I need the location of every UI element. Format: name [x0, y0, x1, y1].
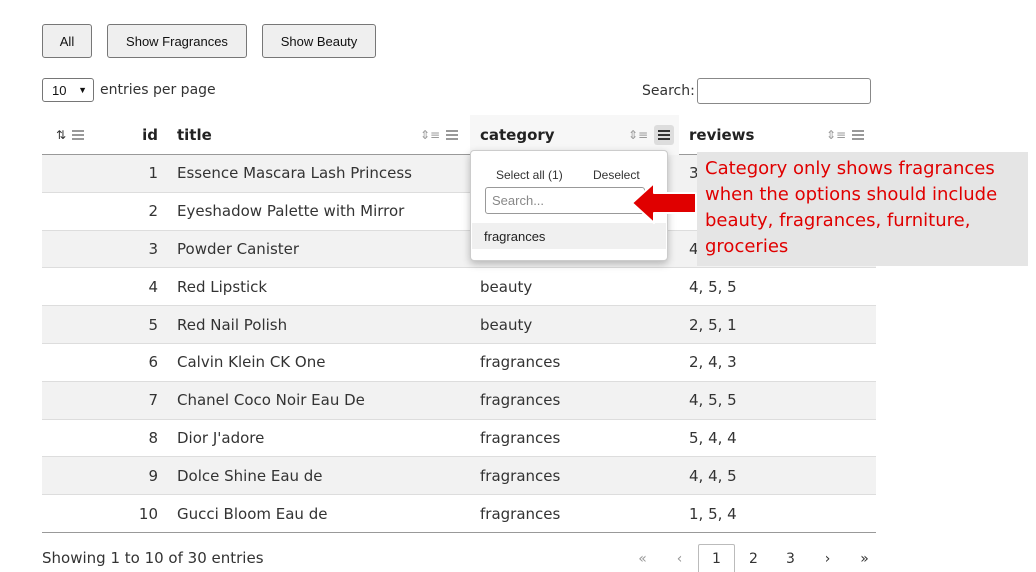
cell-reviews: 4, 4, 5: [689, 466, 737, 485]
search-label: Search:: [642, 83, 695, 99]
show-fragrances-button[interactable]: Show Fragrances: [107, 24, 247, 58]
table-row[interactable]: 9 Dolce Shine Eau de fragrances 4, 4, 5: [42, 457, 876, 496]
cell-reviews: 2, 4, 3: [689, 353, 737, 372]
cell-id: 10: [138, 504, 158, 523]
header-reviews[interactable]: reviews ⇕≡: [679, 115, 876, 155]
page-button-3[interactable]: 3: [772, 544, 809, 572]
cell-id: 9: [148, 466, 158, 485]
table-row[interactable]: 5 Red Nail Polish beauty 2, 5, 1: [42, 306, 876, 344]
cell-title: Eyeshadow Palette with Mirror: [177, 202, 405, 221]
cell-title: Essence Mascara Lash Princess: [177, 164, 412, 183]
filter-option[interactable]: fragrances: [472, 223, 666, 249]
menu-icon[interactable]: [446, 130, 459, 140]
cell-title: Red Nail Polish: [177, 315, 288, 334]
pagination: « ‹ 1 2 3 › »: [624, 544, 883, 572]
table-header: ⇅ id title ⇕≡ category ⇕≡ reviews ⇕≡: [42, 115, 876, 155]
header-id-label: id: [142, 126, 158, 144]
last-page-button[interactable]: »: [846, 544, 883, 572]
cell-category: fragrances: [480, 428, 561, 447]
all-button[interactable]: All: [42, 24, 92, 58]
cell-id: 4: [148, 277, 158, 296]
table-search: Search:: [642, 78, 871, 104]
cell-id: 5: [148, 315, 158, 334]
annotation-line: Category only shows fragrances: [705, 158, 995, 179]
menu-icon: [658, 130, 671, 140]
annotation-line: groceries: [705, 236, 789, 257]
sort-icon[interactable]: ⇕≡: [628, 128, 648, 142]
cell-id: 3: [148, 239, 158, 258]
cell-category: fragrances: [480, 504, 561, 523]
annotation-callout: Category only shows fragrances when the …: [697, 152, 1028, 266]
table-row[interactable]: 6 Calvin Klein CK One fragrances 2, 4, 3: [42, 344, 876, 382]
entries-select[interactable]: 10 ▼: [42, 78, 94, 102]
column-menu-button[interactable]: [654, 125, 675, 145]
cell-title: Dolce Shine Eau de: [177, 466, 323, 485]
next-page-button[interactable]: ›: [809, 544, 846, 572]
table-row[interactable]: 10 Gucci Bloom Eau de fragrances 1, 5, 4: [42, 495, 876, 533]
page-button-2[interactable]: 2: [735, 544, 772, 572]
table-row[interactable]: 7 Chanel Coco Noir Eau De fragrances 4, …: [42, 381, 876, 420]
annotation-line: when the options should include: [705, 184, 998, 205]
sort-icon[interactable]: ⇕≡: [420, 128, 440, 142]
page-button-1[interactable]: 1: [698, 544, 735, 572]
cell-reviews: 1, 5, 4: [689, 504, 737, 523]
header-reviews-label: reviews: [689, 126, 755, 144]
cell-reviews: 4, 5, 5: [689, 391, 737, 410]
cell-category: beauty: [480, 315, 533, 334]
first-page-button[interactable]: «: [624, 544, 661, 572]
sort-ascending-icon[interactable]: ⇅: [56, 128, 66, 142]
header-category-label: category: [480, 126, 555, 144]
cell-title: Gucci Bloom Eau de: [177, 504, 328, 523]
cell-category: fragrances: [480, 391, 561, 410]
annotation-line: beauty, fragrances, furniture,: [705, 210, 971, 231]
cell-reviews: 2, 5, 1: [689, 315, 737, 334]
cell-category: fragrances: [480, 466, 561, 485]
menu-icon[interactable]: [72, 130, 85, 140]
filter-search-input[interactable]: Search...: [485, 187, 645, 214]
cell-title: Dior J'adore: [177, 428, 265, 447]
prev-page-button[interactable]: ‹: [661, 544, 698, 572]
cell-id: 7: [148, 391, 158, 410]
cell-title: Red Lipstick: [177, 277, 268, 296]
chevron-down-icon: ▼: [78, 85, 87, 95]
table-row[interactable]: 4 Red Lipstick beauty 4, 5, 5: [42, 268, 876, 307]
table-info: Showing 1 to 10 of 30 entries: [42, 549, 264, 567]
show-beauty-button[interactable]: Show Beauty: [262, 24, 376, 58]
select-all-button[interactable]: Select all (1): [496, 168, 563, 182]
header-title[interactable]: title ⇕≡: [167, 115, 470, 155]
cell-id: 1: [148, 164, 158, 183]
entries-per-page: 10 ▼ entries per page: [42, 78, 216, 102]
cell-id: 6: [148, 353, 158, 372]
menu-icon[interactable]: [852, 130, 865, 140]
cell-title: Chanel Coco Noir Eau De: [177, 391, 365, 410]
cell-category: fragrances: [480, 353, 561, 372]
search-input[interactable]: [696, 78, 871, 104]
header-title-label: title: [177, 126, 212, 144]
cell-id: 2: [148, 202, 158, 221]
cell-id: 8: [148, 428, 158, 447]
cell-title: Powder Canister: [177, 239, 300, 258]
deselect-button[interactable]: Deselect: [593, 168, 640, 182]
sort-icon[interactable]: ⇕≡: [826, 128, 846, 142]
table-row[interactable]: 8 Dior J'adore fragrances 5, 4, 4: [42, 420, 876, 458]
cell-category: beauty: [480, 277, 533, 296]
header-id[interactable]: id: [140, 115, 158, 155]
entries-select-value: 10: [52, 82, 67, 98]
cell-title: Calvin Klein CK One: [177, 353, 326, 372]
cell-reviews: 4, 5, 5: [689, 277, 737, 296]
cell-reviews: 5, 4, 4: [689, 428, 737, 447]
red-arrow-icon: [631, 182, 697, 224]
header-category[interactable]: category ⇕≡: [470, 115, 679, 155]
entries-label: entries per page: [100, 82, 216, 98]
